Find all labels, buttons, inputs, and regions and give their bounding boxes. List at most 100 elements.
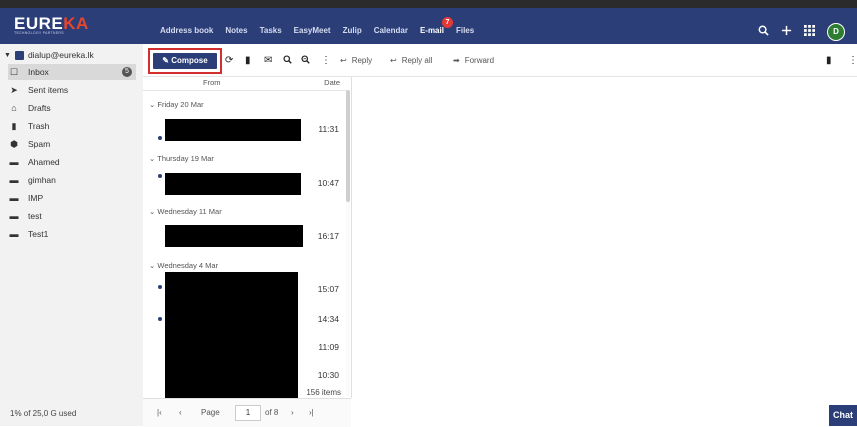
refresh-icon[interactable]: ⟳ <box>225 55 233 67</box>
date-group-label: Wednesday 4 Mar <box>157 261 219 270</box>
column-date[interactable]: Date <box>324 78 340 87</box>
sidebar-item-test1[interactable]: ▬ Test1 <box>8 226 136 242</box>
folder-label: Sent items <box>28 85 69 95</box>
date-group-header[interactable]: ⌄ Wednesday 11 Mar <box>149 207 222 216</box>
search-icon[interactable] <box>758 25 769 39</box>
page-label: Page <box>201 408 220 417</box>
top-navigation-bar: EUREKA TECHNOLOGY PARTNERS Address book … <box>0 8 857 44</box>
top-actions: D <box>758 23 845 41</box>
folder-label: Drafts <box>28 103 51 113</box>
unread-dot-icon <box>158 174 162 178</box>
folder-label: Test1 <box>28 229 49 239</box>
folder-icon: ▬ <box>9 157 19 167</box>
sidebar-item-test[interactable]: ▬ test <box>8 208 136 224</box>
reply-button[interactable]: ↩ Reply <box>340 56 372 65</box>
next-page-icon[interactable]: › <box>291 408 294 417</box>
folder-label: Trash <box>28 121 50 131</box>
message-time: 11:09 <box>318 342 339 352</box>
delete-icon[interactable]: ▮ <box>245 55 251 67</box>
date-group-label: Wednesday 11 Mar <box>157 207 222 216</box>
nav-tasks[interactable]: Tasks <box>260 26 282 35</box>
collapse-caret-icon[interactable]: ▼ <box>4 52 11 59</box>
more-options-icon[interactable]: ⋮ <box>321 55 331 67</box>
folder-label: Inbox <box>28 67 49 77</box>
eureka-logo[interactable]: EUREKA TECHNOLOGY PARTNERS <box>14 14 89 38</box>
sidebar-item-sent[interactable]: ➤ Sent items <box>8 82 136 98</box>
message-time: 15:07 <box>317 284 339 294</box>
search-mail-icon[interactable] <box>283 55 292 68</box>
nav-calendar[interactable]: Calendar <box>374 26 408 35</box>
compose-label: Compose <box>171 56 208 65</box>
folder-label: Spam <box>28 139 51 149</box>
message-time: 10:47 <box>317 178 339 188</box>
folder-icon: ▬ <box>9 211 19 221</box>
sidebar-item-inbox[interactable]: ☐ Inbox 5 <box>8 64 136 80</box>
user-avatar[interactable]: D <box>827 23 845 41</box>
zoom-icon[interactable] <box>301 55 310 68</box>
chat-button[interactable]: Chat <box>829 405 857 426</box>
unread-dot-icon <box>158 136 162 140</box>
more-options-icon[interactable]: ⋮ <box>848 55 857 67</box>
unread-dot-icon <box>158 285 162 289</box>
sidebar-item-trash[interactable]: ▮ Trash <box>8 118 136 134</box>
forward-button[interactable]: ➡ Forward <box>453 56 494 65</box>
mark-read-icon[interactable]: ✉ <box>264 55 272 67</box>
trash-icon: ▮ <box>11 120 17 131</box>
spam-icon: ⬢ <box>10 138 18 149</box>
logo-text-accent: KA <box>63 14 89 33</box>
compose-button[interactable]: ✎ Compose <box>153 53 217 69</box>
page-number-input[interactable]: 1 <box>235 405 261 421</box>
message-time: 11:31 <box>318 124 339 134</box>
sidebar-item-imp[interactable]: ▬ IMP <box>8 190 136 206</box>
reply-all-label: Reply all <box>401 56 433 65</box>
first-page-icon[interactable]: |‹ <box>157 408 162 417</box>
sidebar-item-drafts[interactable]: ⌂ Drafts <box>8 100 136 116</box>
forward-icon: ➡ <box>453 56 460 65</box>
plus-icon[interactable] <box>781 25 792 39</box>
reply-label: Reply <box>351 56 373 65</box>
nav-notes[interactable]: Notes <box>225 26 247 35</box>
date-group-header[interactable]: ⌄ Thursday 19 Mar <box>149 154 214 163</box>
trash-icon[interactable]: ▮ <box>826 55 832 67</box>
nav-zulip[interactable]: Zulip <box>343 26 362 35</box>
last-page-icon[interactable]: ›| <box>309 408 314 417</box>
nav-email[interactable]: E-mail 7 <box>419 16 453 35</box>
message-list: From Date ⌄ Friday 20 Mar 11:31 ⌄ Thursd… <box>143 76 352 398</box>
column-from[interactable]: From <box>203 78 221 87</box>
date-group-label: Thursday 19 Mar <box>157 154 214 163</box>
date-group-header[interactable]: ⌄ Friday 20 Mar <box>149 100 204 109</box>
inbox-icon: ☐ <box>9 66 19 77</box>
drafts-icon: ⌂ <box>11 103 17 113</box>
message-time: 10:30 <box>317 370 339 380</box>
list-header: From Date <box>143 76 348 91</box>
nav-files[interactable]: Files <box>456 26 474 35</box>
prev-page-icon[interactable]: ‹ <box>179 408 182 417</box>
app-nav: Address book Notes Tasks EasyMeet Zulip … <box>160 16 474 44</box>
account-email: dialup@eureka.lk <box>27 50 94 60</box>
redacted-sender <box>165 225 303 247</box>
folder-label: test <box>28 211 42 221</box>
reply-all-icon: ↩ <box>390 56 397 65</box>
redacted-sender <box>165 173 301 195</box>
sidebar-item-ahamed[interactable]: ▬ Ahamed <box>8 154 136 170</box>
folder-label: Ahamed <box>28 157 60 167</box>
apps-grid-icon[interactable] <box>804 25 815 39</box>
nav-email-label: E-mail <box>419 25 444 35</box>
message-time: 16:17 <box>317 231 339 241</box>
folder-sidebar: ▼ dialup@eureka.lk ☐ Inbox 5 ➤ Sent item… <box>0 44 143 426</box>
storage-quota: 1% of 25,0 G used <box>10 409 77 418</box>
account-row[interactable]: ▼ dialup@eureka.lk <box>4 50 94 60</box>
mail-toolbar: ✎ Compose ⟳ ▮ ✉ ⋮ ↩ Reply ↩ Reply all ➡ For… <box>143 44 857 76</box>
nav-address-book[interactable]: Address book <box>160 26 213 35</box>
date-group-header[interactable]: ⌄ Wednesday 4 Mar <box>149 261 218 270</box>
list-scrollbar-thumb[interactable] <box>346 90 350 202</box>
pagination: |‹ ‹ Page 1 of 8 › ›| <box>143 398 351 427</box>
sidebar-item-gimhan[interactable]: ▬ gimhan <box>8 172 136 188</box>
reply-all-button[interactable]: ↩ Reply all <box>390 56 432 65</box>
message-time: 14:34 <box>317 314 339 324</box>
sidebar-item-spam[interactable]: ⬢ Spam <box>8 136 136 152</box>
date-group-label: Friday 20 Mar <box>157 100 204 109</box>
nav-easymeet[interactable]: EasyMeet <box>294 26 331 35</box>
folder-label: gimhan <box>28 175 56 185</box>
browser-strip <box>0 0 857 8</box>
